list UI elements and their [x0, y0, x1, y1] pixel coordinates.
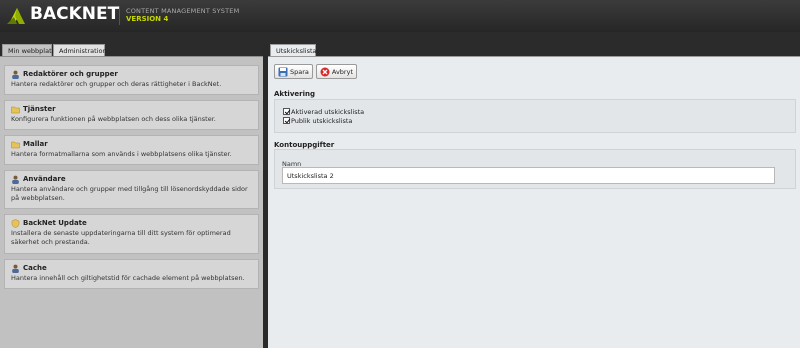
- admin-item-title: BackNet Update: [23, 219, 87, 227]
- checkbox-publik[interactable]: [283, 117, 290, 124]
- version-label: VERSION 4: [126, 15, 169, 23]
- user-icon: [12, 70, 19, 79]
- user-icon: [12, 175, 19, 184]
- checkbox-aktiverad[interactable]: [283, 108, 290, 115]
- edit-panel: Spara Avbryt Aktivering Aktiverad utskic…: [268, 56, 800, 348]
- admin-item-tjanster[interactable]: Tjänster Konfigurera funktionen på webbp…: [4, 100, 259, 130]
- admin-item-title: Tjänster: [23, 105, 56, 113]
- admin-item-desc: Installera de senaste uppdateringarna ti…: [11, 229, 231, 246]
- section-title-aktivering: Aktivering: [274, 90, 315, 98]
- admin-item-desc: Hantera redaktörer och grupper och deras…: [11, 80, 222, 88]
- folder-icon: [11, 141, 20, 148]
- cancel-label: Avbryt: [331, 67, 353, 76]
- cancel-button[interactable]: Avbryt: [315, 64, 357, 79]
- admin-item-mallar[interactable]: Mallar Hantera formatmallarna som använd…: [4, 135, 259, 165]
- save-label: Spara: [290, 67, 309, 76]
- tab-administration[interactable]: Administration: [53, 44, 107, 56]
- admin-panel: Redaktörer och grupper Hantera redaktöre…: [0, 56, 263, 348]
- admin-item-redaktorer[interactable]: Redaktörer och grupper Hantera redaktöre…: [4, 65, 259, 95]
- tab-min-webbplats[interactable]: Min webbplats: [2, 44, 55, 56]
- checkbox-label: Publik utskickslista: [291, 116, 353, 125]
- aktivering-section: Aktiverad utskickslista Publik utskicksl…: [274, 99, 796, 133]
- user-icon: [12, 264, 19, 273]
- save-button[interactable]: Spara: [274, 64, 313, 79]
- tab-utskickslista[interactable]: Utskickslista:: [270, 44, 319, 56]
- app-header: BACKNET CONTENT MANAGEMENT SYSTEM VERSIO…: [0, 0, 800, 32]
- admin-item-title: Mallar: [23, 140, 48, 148]
- admin-item-anvandare[interactable]: Användare Hantera användare och grupper …: [4, 170, 259, 209]
- admin-item-desc: Hantera användare och grupper med tillgå…: [11, 185, 248, 202]
- cms-label: CONTENT MANAGEMENT SYSTEM: [126, 7, 240, 15]
- shield-icon: [11, 218, 20, 228]
- admin-item-cache[interactable]: Cache Hantera innehåll och giltighetstid…: [4, 259, 259, 289]
- admin-item-desc: Hantera innehåll och giltighetstid för c…: [11, 274, 245, 282]
- checkbox-label: Aktiverad utskickslista: [291, 107, 365, 116]
- name-input[interactable]: [282, 167, 775, 184]
- backnet-logo-icon: [7, 8, 25, 24]
- save-icon: [278, 67, 288, 76]
- admin-item-backnet-update[interactable]: BackNet Update Installera de senaste upp…: [4, 214, 259, 254]
- logo-text: BACKNET: [30, 4, 120, 24]
- header-divider: [119, 6, 120, 25]
- cancel-icon: [320, 67, 330, 76]
- admin-item-desc: Konfigurera funktionen på webbplatsen oc…: [11, 115, 216, 123]
- admin-item-title: Cache: [23, 264, 47, 272]
- admin-item-desc: Hantera formatmallarna som används i web…: [11, 150, 232, 158]
- admin-item-title: Redaktörer och grupper: [23, 70, 118, 78]
- section-title-kontouppgifter: Kontouppgifter: [274, 141, 335, 149]
- checkbox-row[interactable]: Publik utskickslista: [283, 116, 795, 125]
- toolbar: Spara Avbryt: [274, 64, 357, 79]
- admin-item-title: Användare: [23, 175, 66, 183]
- folder-icon: [11, 106, 20, 113]
- checkbox-row[interactable]: Aktiverad utskickslista: [283, 107, 795, 116]
